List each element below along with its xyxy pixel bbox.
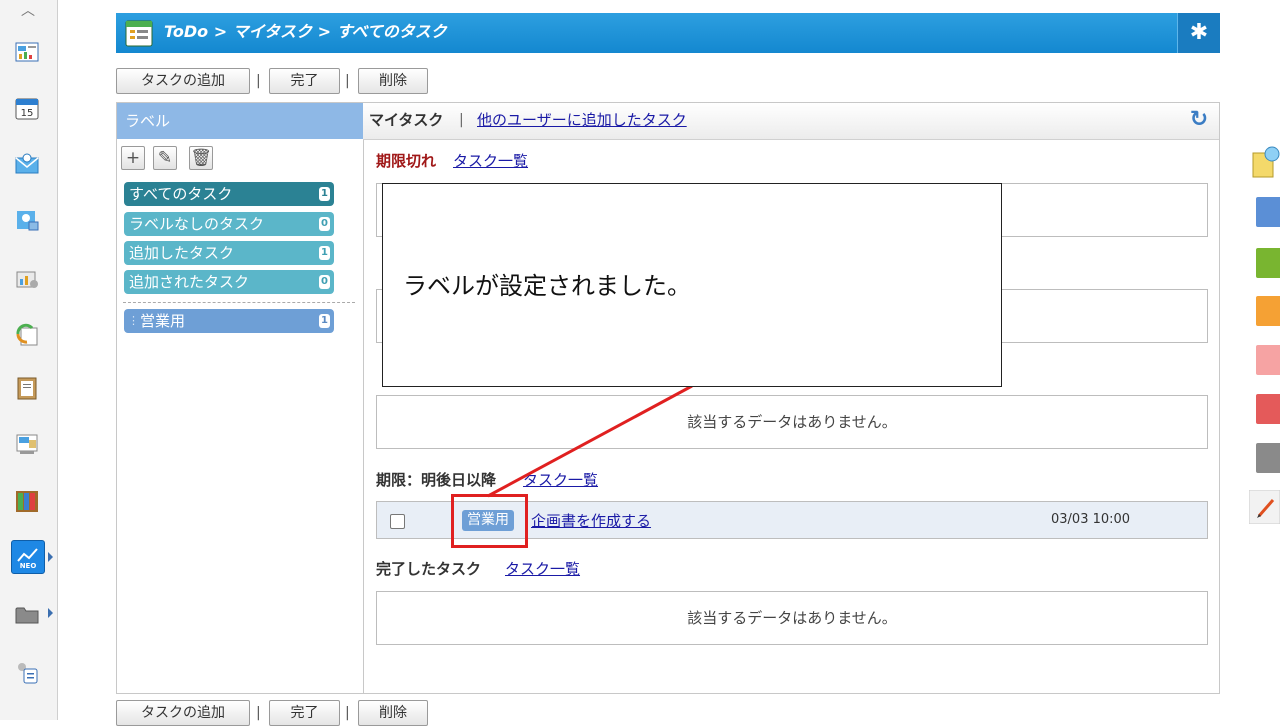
section-title-overdue: 期限切れ <box>376 152 437 170</box>
empty-task-box: 該当するデータはありません。 <box>376 395 1208 449</box>
page-header: ToDo > マイタスク > すべてのタスク ✱ <box>116 13 1220 53</box>
delete-button[interactable]: 削除 <box>358 700 428 726</box>
tab-separator: | <box>459 112 464 128</box>
toolbar-separator: | <box>345 73 350 89</box>
app-sidebar: ︿ 15 NEO <box>0 0 58 720</box>
pencil-icon[interactable] <box>1248 489 1280 525</box>
section-title-completed: 完了したタスク <box>376 560 482 578</box>
label-panel-title: ラベル <box>117 103 363 139</box>
callout-message: ラベルが設定されました。 <box>403 272 691 300</box>
drag-handle-icon[interactable]: ⋮⋮ <box>128 309 150 333</box>
color-tab-blue[interactable] <box>1249 195 1280 229</box>
add-task-button[interactable]: タスクの追加 <box>116 68 250 94</box>
label-panel: ラベル + ✎ 🗑 すべてのタスク 1 ラベルなしのタスク 0 追加したタスク … <box>117 103 364 693</box>
address-book-app-icon[interactable] <box>11 204 45 238</box>
mail-app-icon[interactable] <box>11 148 45 182</box>
delete-button[interactable]: 削除 <box>358 68 428 94</box>
portal-app-icon[interactable] <box>11 36 45 70</box>
task-due-date: 03/03 10:00 <box>1051 512 1131 527</box>
label-item-text: 追加したタスク <box>129 244 235 262</box>
label-count-badge: 1 <box>319 314 330 328</box>
folder-app-icon[interactable] <box>11 598 45 632</box>
toolbar-separator: | <box>345 705 350 721</box>
add-task-button[interactable]: タスクの追加 <box>116 700 250 726</box>
files-app-icon[interactable] <box>11 485 45 519</box>
workflow-app-icon[interactable] <box>11 318 45 352</box>
section-title-after-tomorrow: 期限：明後日以降 <box>376 471 497 489</box>
neo-expand-icon[interactable] <box>48 552 53 562</box>
label-count-badge: 1 <box>319 246 330 260</box>
calendar-app-icon[interactable]: 15 <box>11 92 45 126</box>
add-label-icon[interactable]: + <box>121 146 145 170</box>
callout-box: ラベルが設定されました。 <box>382 183 1002 387</box>
task-list-link[interactable]: タスク一覧 <box>505 558 580 579</box>
color-tab-pink[interactable] <box>1249 343 1280 377</box>
label-item-text: ラベルなしのタスク <box>129 215 265 233</box>
settings-list-app-icon[interactable] <box>11 656 45 690</box>
edit-label-icon[interactable]: ✎ <box>153 146 177 170</box>
refresh-icon[interactable]: ↻ <box>1187 108 1211 132</box>
toolbar-separator: | <box>256 705 261 721</box>
label-item-received[interactable]: 追加されたタスク 0 <box>124 270 334 294</box>
label-count-badge: 0 <box>319 217 330 231</box>
gear-icon[interactable]: ✱ <box>1177 13 1220 53</box>
color-tab-orange[interactable] <box>1249 294 1280 328</box>
report-app-icon[interactable] <box>11 262 45 296</box>
complete-button[interactable]: 完了 <box>269 700 340 726</box>
neo-app-icon[interactable]: NEO <box>11 540 45 574</box>
scroll-up-icon[interactable]: ︿ <box>14 0 42 22</box>
label-item-text: すべてのタスク <box>129 185 233 203</box>
task-list-link[interactable]: タスク一覧 <box>523 469 598 490</box>
folder-expand-icon[interactable] <box>48 608 53 618</box>
label-item-sales[interactable]: ⋮⋮ 営業用 1 <box>124 309 334 333</box>
color-tab-red[interactable] <box>1249 392 1280 426</box>
toolbar-separator: | <box>256 73 261 89</box>
label-item-text: 追加されたタスク <box>129 273 250 291</box>
label-item-unlabeled[interactable]: ラベルなしのタスク 0 <box>124 212 334 236</box>
color-tab-green[interactable] <box>1249 246 1280 280</box>
label-count-badge: 1 <box>319 187 330 201</box>
task-tabs: マイタスク | 他のユーザーに追加したタスク ↻ <box>363 103 1219 140</box>
highlight-box <box>451 494 528 548</box>
svg-text:15: 15 <box>21 108 34 119</box>
todo-app-icon <box>125 20 153 47</box>
empty-task-box: 該当するデータはありません。 <box>376 591 1208 645</box>
bulletin-board-app-icon[interactable] <box>11 372 45 406</box>
delete-label-icon[interactable]: 🗑 <box>189 146 213 170</box>
task-checkbox[interactable] <box>390 514 405 529</box>
tab-my-tasks[interactable]: マイタスク <box>369 103 443 137</box>
label-divider <box>123 302 355 303</box>
task-list-link[interactable]: タスク一覧 <box>453 150 528 171</box>
complete-button[interactable]: 完了 <box>269 68 340 94</box>
memo-icon[interactable] <box>1249 145 1280 179</box>
tab-other-users-tasks[interactable]: 他のユーザーに追加したタスク <box>477 103 687 137</box>
svg-text:NEO: NEO <box>20 562 37 569</box>
cabinet-app-icon[interactable] <box>11 428 45 462</box>
label-count-badge: 0 <box>319 275 330 289</box>
breadcrumb: ToDo > マイタスク > すべてのタスク <box>164 22 447 41</box>
color-tab-gray[interactable] <box>1249 441 1280 475</box>
label-item-all-tasks[interactable]: すべてのタスク 1 <box>124 182 334 206</box>
label-item-added[interactable]: 追加したタスク 1 <box>124 241 334 265</box>
task-title-link[interactable]: 企画書を作成する <box>531 510 651 531</box>
